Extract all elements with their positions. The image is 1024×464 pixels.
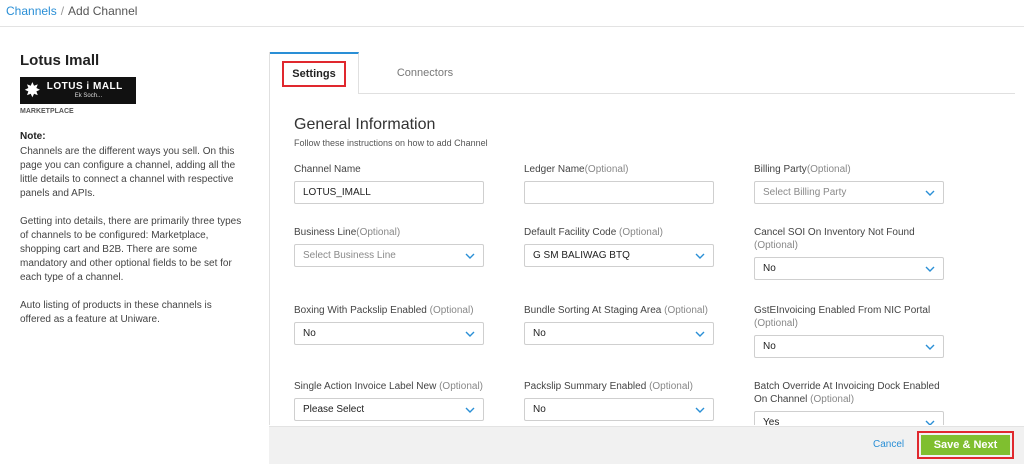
gst-einvoicing-field: GstEInvoicing Enabled From NIC Portal (Op… bbox=[754, 304, 944, 358]
boxing-packslip-label: Boxing With Packslip Enabled (Optional) bbox=[294, 305, 474, 316]
batch-override-field: Batch Override At Invoicing Dock Enabled… bbox=[754, 380, 944, 425]
billing-party-select[interactable]: Select Billing Party bbox=[754, 181, 944, 204]
note-paragraph-3: Auto listing of products in these channe… bbox=[20, 300, 212, 325]
tab-settings-label: Settings bbox=[282, 61, 346, 87]
cancel-soi-select[interactable]: No bbox=[754, 257, 944, 280]
billing-party-field: Billing Party(Optional) Select Billing P… bbox=[754, 163, 944, 204]
top-divider bbox=[0, 26, 1024, 27]
tab-connectors[interactable]: Connectors bbox=[380, 52, 470, 94]
default-facility-label: Default Facility Code (Optional) bbox=[524, 227, 663, 238]
gst-einvoicing-select[interactable]: No bbox=[754, 335, 944, 358]
star-logo-icon: ✸ bbox=[24, 79, 41, 102]
chevron-down-icon bbox=[925, 188, 935, 198]
tab-underline bbox=[359, 93, 1015, 94]
bundle-sorting-select[interactable]: No bbox=[524, 322, 714, 345]
packslip-summary-select[interactable]: No bbox=[524, 398, 714, 421]
single-action-label-field: Single Action Invoice Label New (Optiona… bbox=[294, 380, 484, 421]
default-facility-field: Default Facility Code (Optional) G SM BA… bbox=[524, 226, 714, 267]
save-next-button[interactable]: Save & Next bbox=[921, 435, 1010, 455]
chevron-down-icon bbox=[925, 342, 935, 352]
boxing-packslip-select[interactable]: No bbox=[294, 322, 484, 345]
cancel-soi-label: Cancel SOI On Inventory Not Found (Option… bbox=[754, 227, 915, 251]
note-paragraph-1: Channels are the different ways you sell… bbox=[20, 146, 236, 199]
breadcrumb-separator: / bbox=[60, 4, 65, 18]
channel-name-label: Channel Name bbox=[294, 164, 361, 175]
boxing-packslip-field: Boxing With Packslip Enabled (Optional) … bbox=[294, 304, 484, 345]
breadcrumb-channels-link[interactable]: Channels bbox=[6, 4, 57, 18]
billing-party-label: Billing Party(Optional) bbox=[754, 164, 851, 175]
note-title: Note: bbox=[20, 131, 46, 142]
channel-info-panel: Lotus Imall ✸ LOTUS i MALL Ek Soch... MA… bbox=[20, 52, 242, 327]
chevron-down-icon bbox=[695, 405, 705, 415]
chevron-down-icon bbox=[465, 251, 475, 261]
form-action-bar: Cancel Save & Next bbox=[269, 426, 1024, 464]
tab-settings[interactable]: Settings bbox=[270, 52, 359, 94]
channel-name-field: Channel Name LOTUS_IMALL bbox=[294, 163, 484, 204]
logo-tagline: Ek Soch... bbox=[74, 93, 103, 99]
save-next-highlight: Save & Next bbox=[917, 431, 1014, 459]
chevron-down-icon bbox=[695, 329, 705, 339]
chevron-down-icon bbox=[695, 251, 705, 261]
business-line-field: Business Line(Optional) Select Business … bbox=[294, 226, 484, 267]
single-action-label-label: Single Action Invoice Label New (Optiona… bbox=[294, 381, 483, 392]
bundle-sorting-label: Bundle Sorting At Staging Area (Optional… bbox=[524, 305, 709, 316]
breadcrumb-current: Add Channel bbox=[68, 4, 138, 18]
channel-name-input[interactable]: LOTUS_IMALL bbox=[294, 181, 484, 204]
section-subtitle: Follow these instructions on how to add … bbox=[294, 138, 488, 148]
default-facility-select[interactable]: G SM BALIWAG BTQ bbox=[524, 244, 714, 267]
business-line-select[interactable]: Select Business Line bbox=[294, 244, 484, 267]
single-action-label-select[interactable]: Please Select bbox=[294, 398, 484, 421]
gst-einvoicing-label: GstEInvoicing Enabled From NIC Portal (Op… bbox=[754, 305, 931, 329]
ledger-name-label: Ledger Name(Optional) bbox=[524, 164, 629, 175]
ledger-name-input[interactable] bbox=[524, 181, 714, 204]
ledger-name-field: Ledger Name(Optional) bbox=[524, 163, 714, 204]
logo-text: LOTUS i MALL bbox=[46, 81, 123, 92]
channel-type-label: MARKETPLACE bbox=[20, 108, 74, 115]
channel-logo: ✸ LOTUS i MALL Ek Soch... bbox=[20, 77, 136, 104]
note-paragraph-2: Getting into details, there are primaril… bbox=[20, 216, 242, 283]
tab-bar: Settings Connectors bbox=[270, 52, 1015, 94]
cancel-soi-field: Cancel SOI On Inventory Not Found (Option… bbox=[754, 226, 944, 280]
packslip-summary-field: Packslip Summary Enabled (Optional) No bbox=[524, 380, 714, 421]
batch-override-label: Batch Override At Invoicing Dock Enabled… bbox=[754, 381, 940, 405]
bundle-sorting-field: Bundle Sorting At Staging Area (Optional… bbox=[524, 304, 714, 345]
packslip-summary-label: Packslip Summary Enabled (Optional) bbox=[524, 381, 693, 392]
chevron-down-icon bbox=[465, 329, 475, 339]
chevron-down-icon bbox=[925, 264, 935, 274]
batch-override-select[interactable]: Yes bbox=[754, 411, 944, 425]
cancel-link[interactable]: Cancel bbox=[873, 439, 904, 450]
channel-name-heading: Lotus Imall bbox=[20, 52, 100, 69]
breadcrumb: Channels / Add Channel bbox=[6, 4, 137, 18]
chevron-down-icon bbox=[465, 405, 475, 415]
business-line-label: Business Line(Optional) bbox=[294, 227, 401, 238]
channel-form-panel: Settings Connectors General Information … bbox=[269, 52, 1015, 425]
section-title: General Information bbox=[294, 116, 436, 133]
chevron-down-icon bbox=[925, 418, 935, 425]
